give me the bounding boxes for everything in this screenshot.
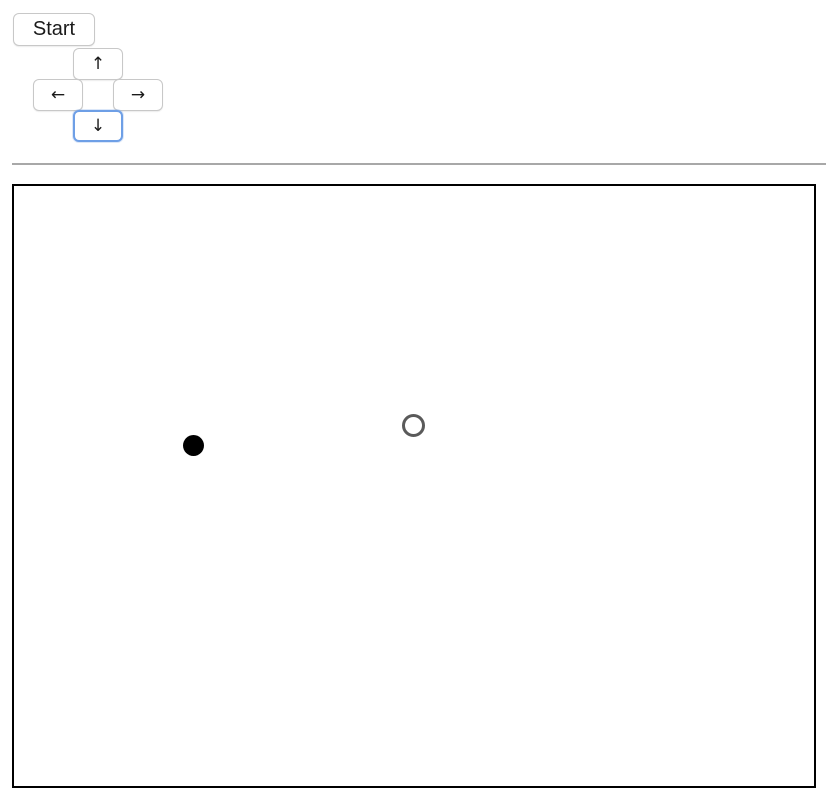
target-ring — [402, 414, 425, 437]
left-arrow-button[interactable]: ← — [33, 79, 83, 111]
horizontal-divider — [12, 163, 826, 165]
game-canvas[interactable] — [12, 184, 816, 788]
down-arrow-button[interactable]: ↓ — [73, 110, 123, 142]
start-button[interactable]: Start — [13, 13, 95, 46]
right-arrow-button[interactable]: → — [113, 79, 163, 111]
player-dot — [183, 435, 204, 456]
up-arrow-button[interactable]: ↑ — [73, 48, 123, 80]
